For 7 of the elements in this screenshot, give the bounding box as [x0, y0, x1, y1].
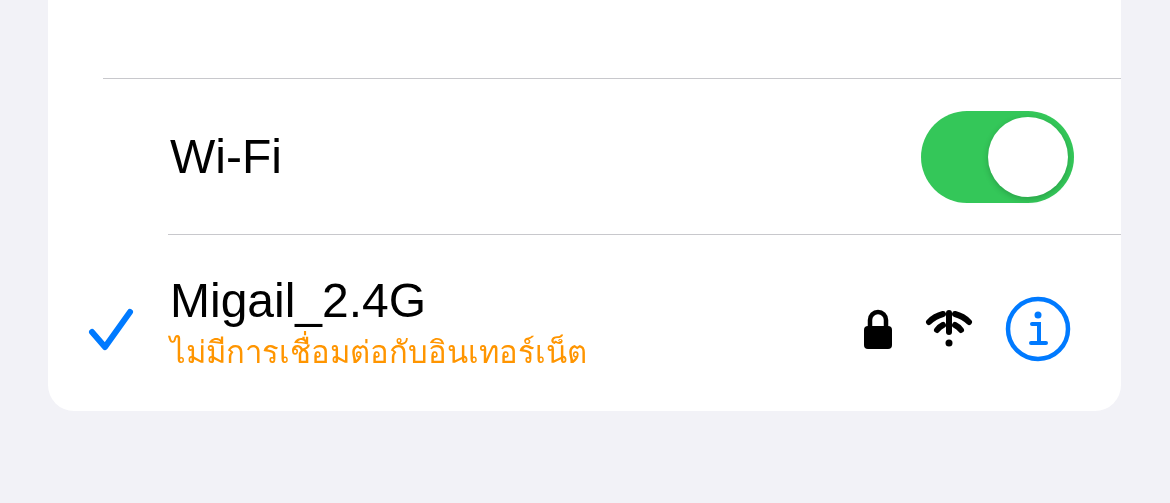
network-row[interactable]: Migail_2.4G ไม่มีการเชื่อมต่อกับอินเทอร์เน็ต [48, 235, 1121, 411]
network-status: ไม่มีการเชื่อมต่อกับอินเทอร์เน็ต [170, 333, 863, 371]
wifi-label: Wi-Fi [170, 129, 283, 184]
network-name: Migail_2.4G [170, 275, 428, 328]
wifi-warning-icon [925, 310, 973, 348]
checkmark-icon [88, 308, 134, 352]
info-icon[interactable] [1005, 296, 1071, 362]
